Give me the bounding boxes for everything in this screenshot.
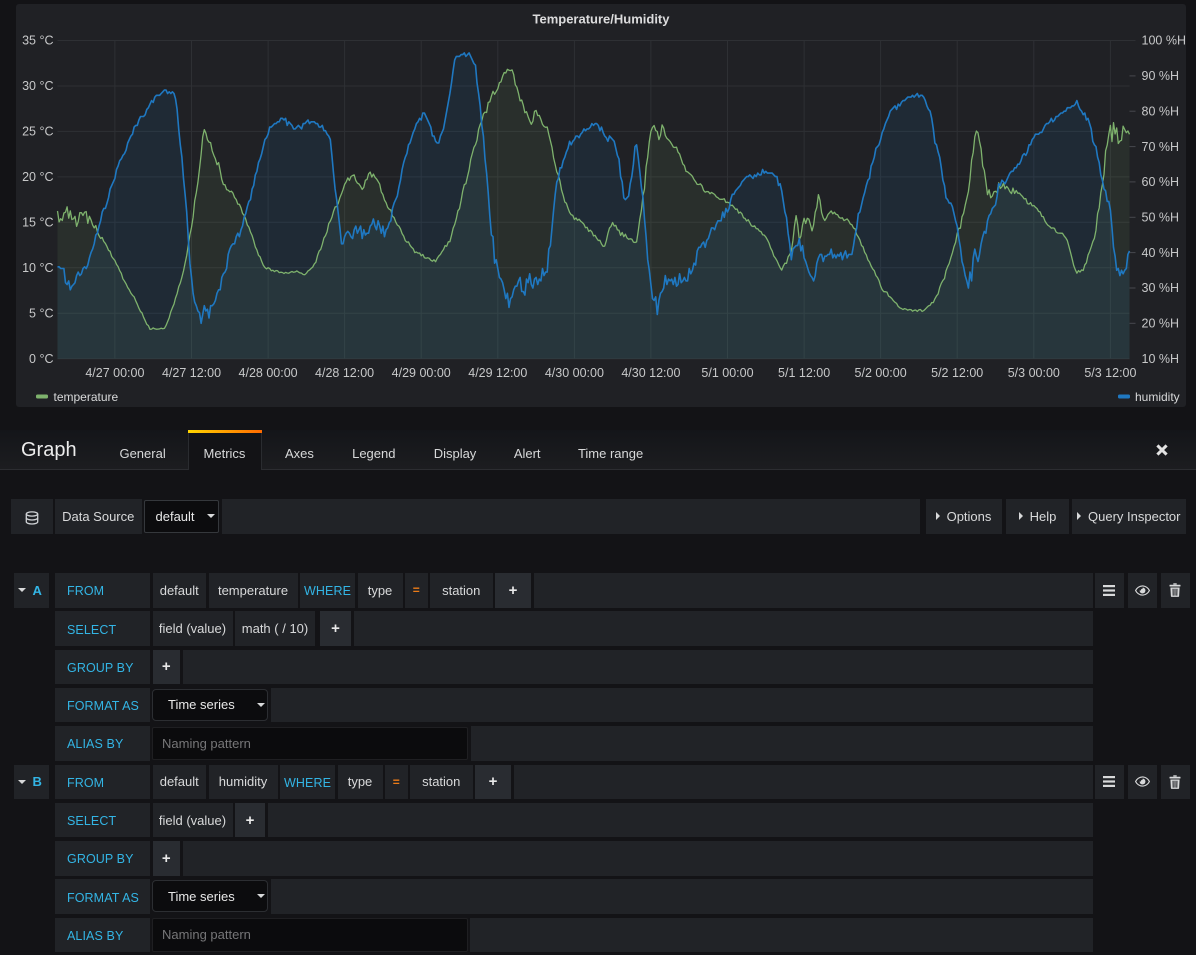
svg-text:40 %H: 40 %H <box>1142 246 1180 260</box>
svg-text:5/2 00:00: 5/2 00:00 <box>855 366 907 380</box>
svg-text:15 °C: 15 °C <box>22 216 53 230</box>
svg-text:humidity: humidity <box>1135 390 1180 404</box>
svg-text:50 %H: 50 %H <box>1142 211 1180 225</box>
svg-text:20 %H: 20 %H <box>1142 317 1180 331</box>
svg-text:80 %H: 80 %H <box>1142 104 1180 118</box>
svg-text:4/29 12:00: 4/29 12:00 <box>468 366 527 380</box>
svg-text:70 %H: 70 %H <box>1142 140 1180 154</box>
svg-text:4/30 12:00: 4/30 12:00 <box>621 366 680 380</box>
svg-text:30 °C: 30 °C <box>22 79 53 93</box>
svg-text:25 °C: 25 °C <box>22 125 53 139</box>
svg-text:5/3 12:00: 5/3 12:00 <box>1084 366 1136 380</box>
svg-text:temperature: temperature <box>54 390 119 404</box>
svg-text:5/3 00:00: 5/3 00:00 <box>1008 366 1060 380</box>
svg-text:5 °C: 5 °C <box>29 306 53 320</box>
svg-text:90 %H: 90 %H <box>1142 69 1180 83</box>
svg-text:Temperature/Humidity: Temperature/Humidity <box>532 12 670 27</box>
svg-text:4/28 00:00: 4/28 00:00 <box>239 366 298 380</box>
svg-text:4/28 12:00: 4/28 12:00 <box>315 366 374 380</box>
svg-text:35 °C: 35 °C <box>22 34 53 48</box>
svg-text:4/30 00:00: 4/30 00:00 <box>545 366 604 380</box>
svg-text:5/2 12:00: 5/2 12:00 <box>931 366 983 380</box>
svg-text:60 %H: 60 %H <box>1142 175 1180 189</box>
svg-text:0 °C: 0 °C <box>29 352 53 366</box>
svg-text:5/1 12:00: 5/1 12:00 <box>778 366 830 380</box>
svg-text:30 %H: 30 %H <box>1142 281 1180 295</box>
svg-text:10 °C: 10 °C <box>22 261 53 275</box>
svg-text:4/27 12:00: 4/27 12:00 <box>162 366 221 380</box>
svg-text:10 %H: 10 %H <box>1142 352 1180 366</box>
svg-text:20 °C: 20 °C <box>22 170 53 184</box>
svg-text:5/1 00:00: 5/1 00:00 <box>701 366 753 380</box>
svg-text:4/27 00:00: 4/27 00:00 <box>85 366 144 380</box>
svg-text:4/29 00:00: 4/29 00:00 <box>392 366 451 380</box>
svg-text:100 %H: 100 %H <box>1142 34 1186 48</box>
